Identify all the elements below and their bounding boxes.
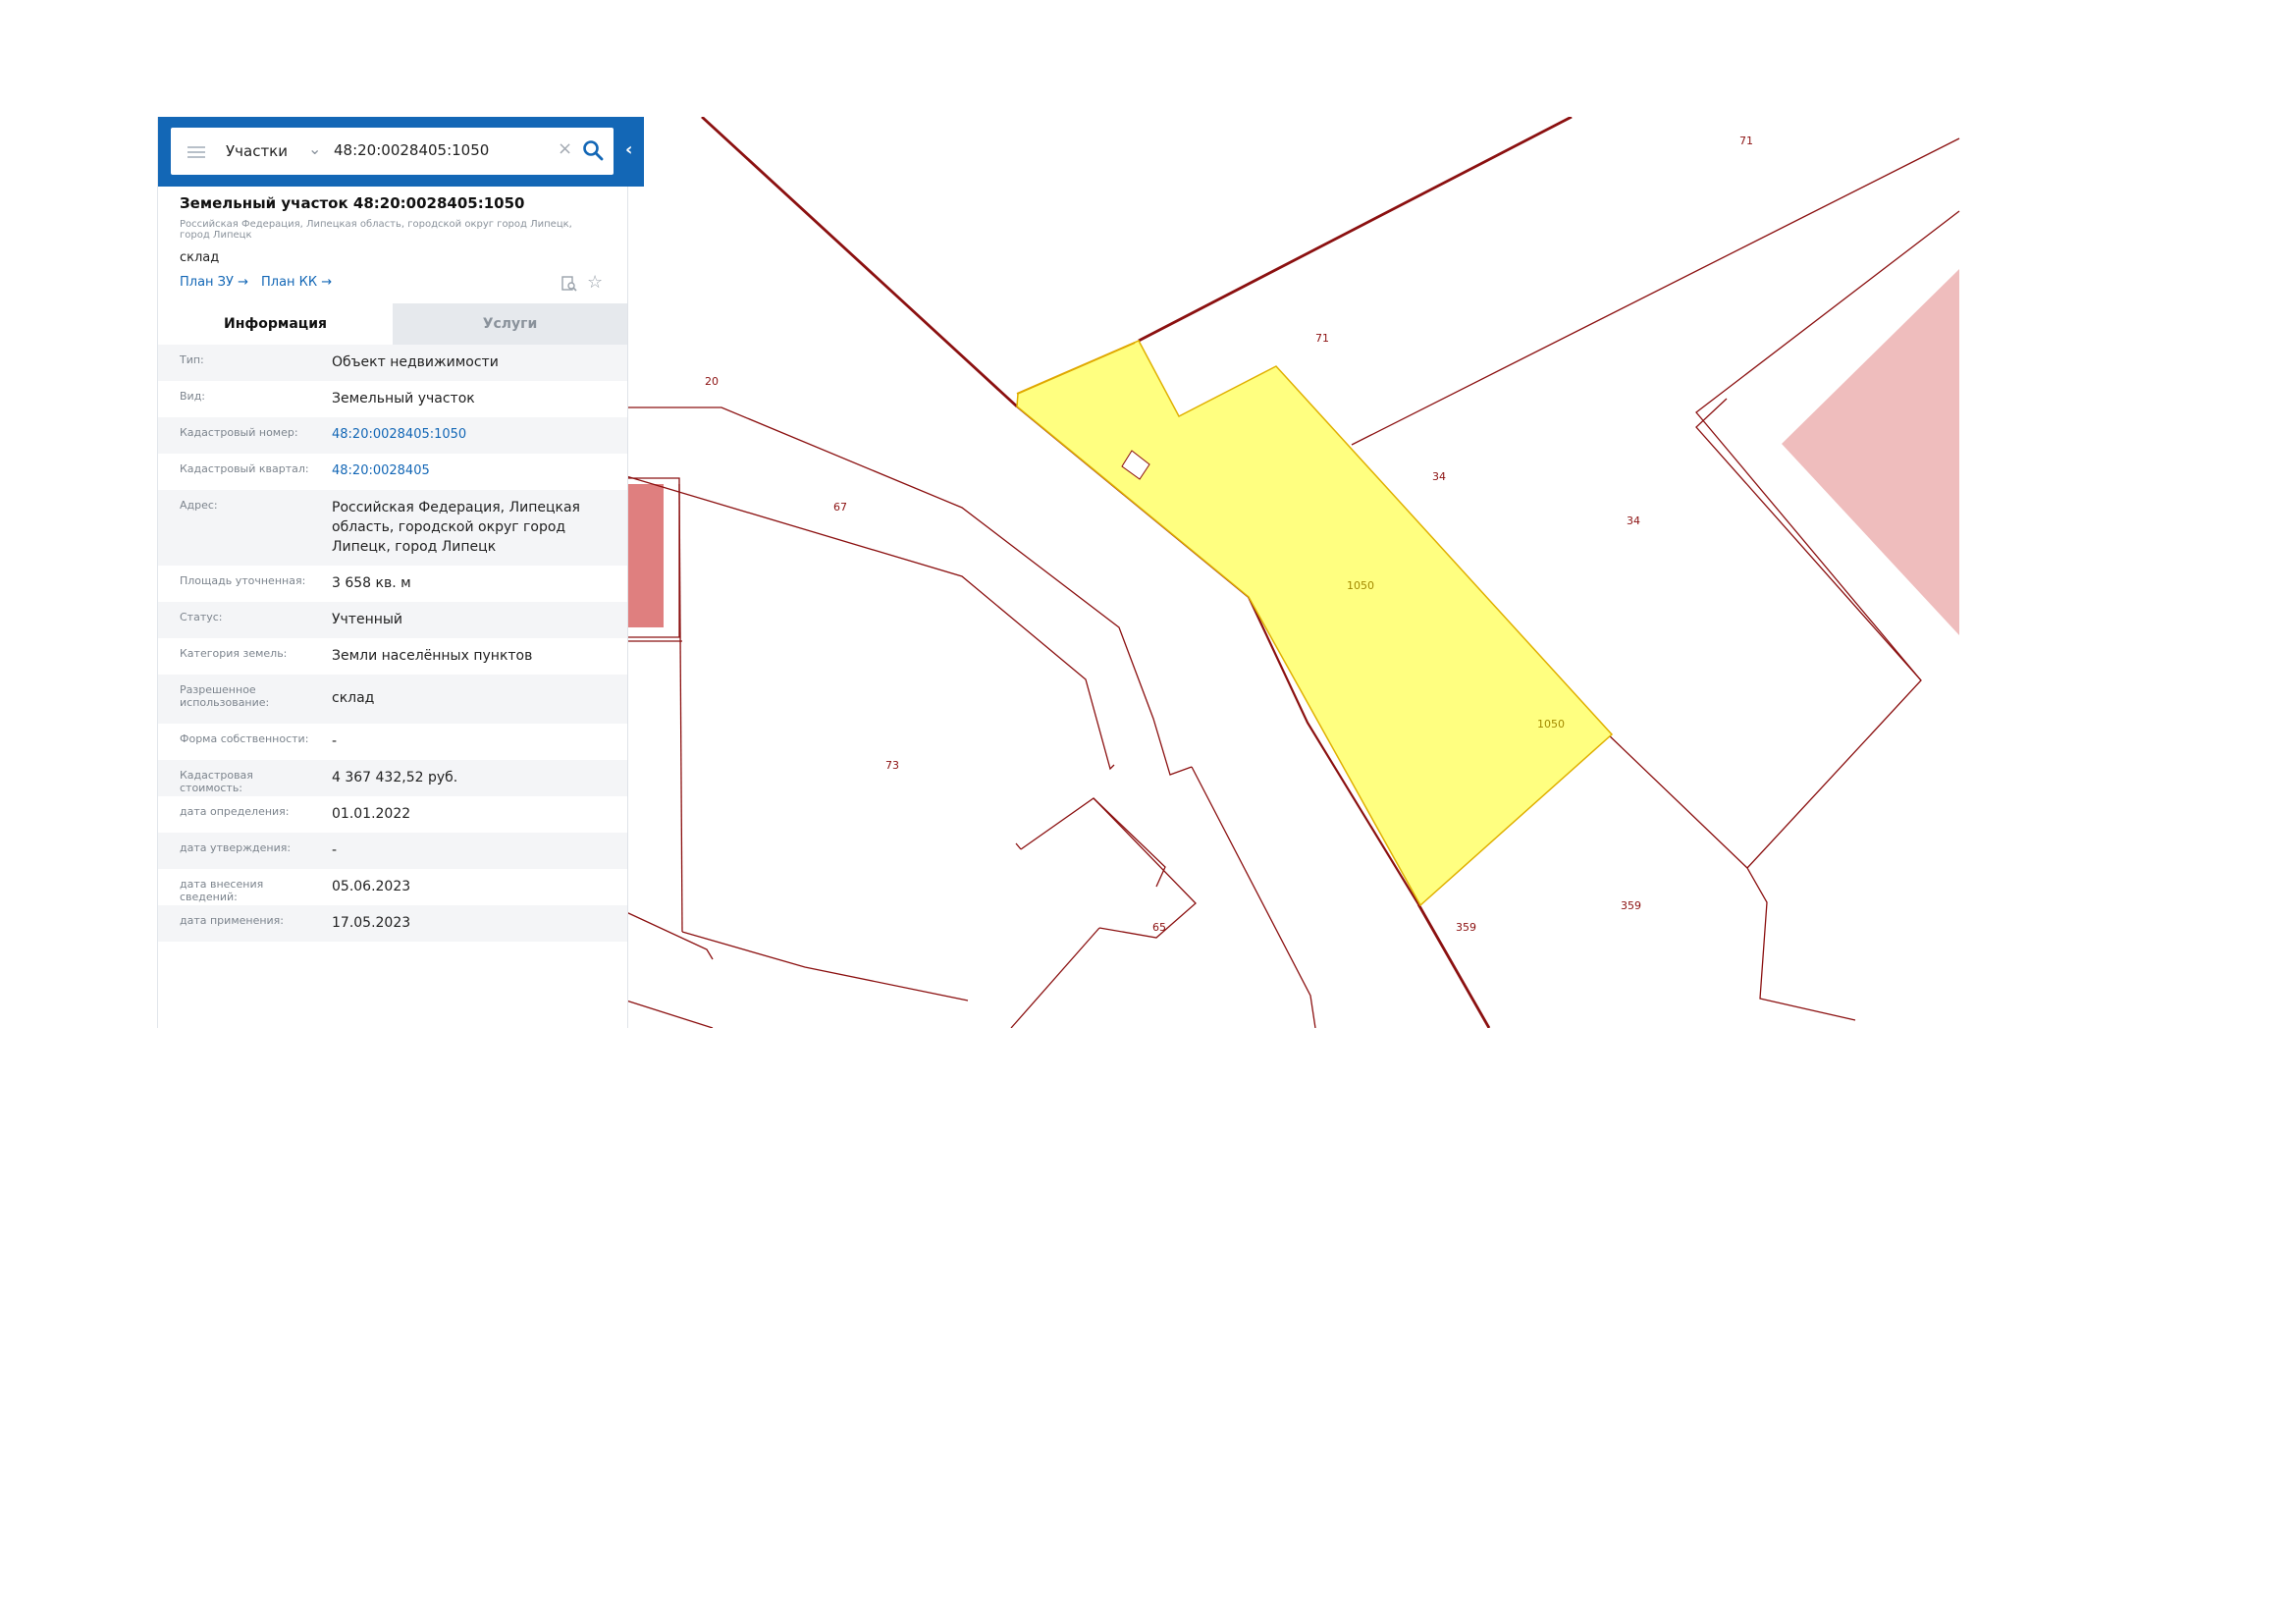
- detail-key: Форма собственности:: [180, 732, 309, 745]
- detail-key: Площадь уточненная:: [180, 574, 306, 587]
- detail-value: Объект недвижимости: [332, 354, 499, 370]
- chevron-down-icon[interactable]: ⌄: [308, 139, 321, 158]
- map-label-359-b: 359: [1621, 899, 1641, 912]
- info-panel: Участки ⌄ × ‹ Земельный участок 48:20:00…: [157, 117, 644, 1028]
- detail-key: дата утверждения:: [180, 841, 292, 854]
- detail-row-land-category: Категория земель: Земли населённых пункт…: [158, 638, 627, 675]
- detail-row-approval-date: дата утверждения: -: [158, 833, 627, 869]
- map-label-1050-a: 1050: [1347, 579, 1374, 592]
- detail-value: 4 367 432,52 руб.: [332, 770, 458, 785]
- detail-value: 05.06.2023: [332, 879, 411, 894]
- detail-key: Кадастровый квартал:: [180, 462, 309, 475]
- detail-row-cadastral-quarter: Кадастровый квартал: 48:20:0028405: [158, 454, 627, 490]
- hamburger-menu-icon[interactable]: [187, 146, 205, 158]
- detail-row-kind: Вид: Земельный участок: [158, 381, 627, 417]
- cadastral-map-app: 71 71 20 67 34 34 1050 1050 73 65 359 35…: [157, 117, 1963, 1028]
- object-title: Земельный участок 48:20:0028405:1050: [180, 194, 525, 212]
- detail-value: 17.05.2023: [332, 915, 411, 931]
- map-label-65: 65: [1152, 921, 1166, 934]
- cadastral-quarter-link[interactable]: 48:20:0028405: [332, 461, 616, 481]
- detail-row-type: Тип: Объект недвижимости: [158, 345, 627, 381]
- detail-row-address: Адрес: Российская Федерация, Липецкая об…: [158, 490, 627, 566]
- detail-row-entry-date: дата внесения сведений: 05.06.2023: [158, 869, 627, 905]
- detail-row-permitted-use: Разрешенное использование: склад: [158, 675, 627, 724]
- map-label-359-a: 359: [1456, 921, 1476, 934]
- star-icon[interactable]: ☆: [587, 272, 603, 293]
- search-bar: Участки ⌄ × ‹: [158, 117, 644, 187]
- detail-value: 3 658 кв. м: [332, 575, 411, 591]
- map-label-71-top: 71: [1739, 135, 1753, 147]
- detail-value: Земли населённых пунктов: [332, 648, 533, 664]
- detail-row-status: Статус: Учтенный: [158, 602, 627, 638]
- detail-key: Адрес:: [180, 499, 218, 512]
- plan-kk-link[interactable]: План КК →: [261, 275, 332, 290]
- detail-value: -: [332, 842, 338, 858]
- object-usage: склад: [180, 250, 220, 265]
- search-input[interactable]: [334, 137, 545, 163]
- detail-value: -: [332, 733, 338, 749]
- map-red-block: [626, 484, 664, 627]
- detail-row-application-date: дата применения: 17.05.2023: [158, 905, 627, 942]
- detail-key: Категория земель:: [180, 647, 288, 660]
- collapse-panel-icon[interactable]: ‹: [625, 139, 632, 160]
- search-box: Участки ⌄ ×: [171, 128, 614, 175]
- detail-key: Кадастровая стоимость:: [180, 769, 253, 794]
- detail-value: Российская Федерация, Липецкая область, …: [332, 500, 580, 555]
- detail-value: Учтенный: [332, 612, 403, 627]
- tabs: Информация Услуги: [158, 303, 627, 345]
- map-label-20: 20: [705, 375, 719, 388]
- category-select[interactable]: Участки: [226, 142, 288, 160]
- tab-information[interactable]: Информация: [158, 303, 393, 345]
- search-icon[interactable]: [581, 138, 605, 162]
- detail-value: склад: [332, 690, 375, 706]
- detail-key: дата определения:: [180, 805, 290, 818]
- detail-key: Вид:: [180, 390, 206, 403]
- detail-key: Статус:: [180, 611, 223, 623]
- map-label-67: 67: [833, 501, 847, 514]
- detail-row-cadastral-value: Кадастровая стоимость: 4 367 432,52 руб.: [158, 760, 627, 796]
- detail-key: Тип:: [180, 353, 204, 366]
- detail-key: дата применения:: [180, 914, 285, 927]
- cadastral-number-link[interactable]: 48:20:0028405:1050: [332, 425, 616, 445]
- document-search-icon[interactable]: [561, 275, 578, 293]
- detail-row-cadastral-number: Кадастровый номер: 48:20:0028405:1050: [158, 417, 627, 454]
- map-label-34-b: 34: [1627, 514, 1640, 527]
- tab-services[interactable]: Услуги: [393, 303, 627, 345]
- map-label-34-a: 34: [1432, 470, 1446, 483]
- detail-key: Кадастровый номер:: [180, 426, 298, 439]
- details-table: Тип: Объект недвижимости Вид: Земельный …: [158, 345, 627, 942]
- clear-icon[interactable]: ×: [558, 138, 572, 159]
- detail-value: Земельный участок: [332, 391, 475, 406]
- map-label-73: 73: [885, 759, 899, 772]
- detail-row-area: Площадь уточненная: 3 658 кв. м: [158, 566, 627, 602]
- detail-value: 01.01.2022: [332, 806, 411, 822]
- map-label-71: 71: [1315, 332, 1329, 345]
- map-label-1050-b: 1050: [1537, 718, 1565, 731]
- detail-key: Разрешенное использование:: [180, 683, 270, 709]
- detail-row-determination-date: дата определения: 01.01.2022: [158, 796, 627, 833]
- plan-zu-link[interactable]: План ЗУ →: [180, 275, 248, 290]
- detail-key: дата внесения сведений:: [180, 878, 264, 903]
- object-address: Российская Федерация, Липецкая область, …: [180, 219, 572, 241]
- detail-row-ownership: Форма собственности: -: [158, 724, 627, 760]
